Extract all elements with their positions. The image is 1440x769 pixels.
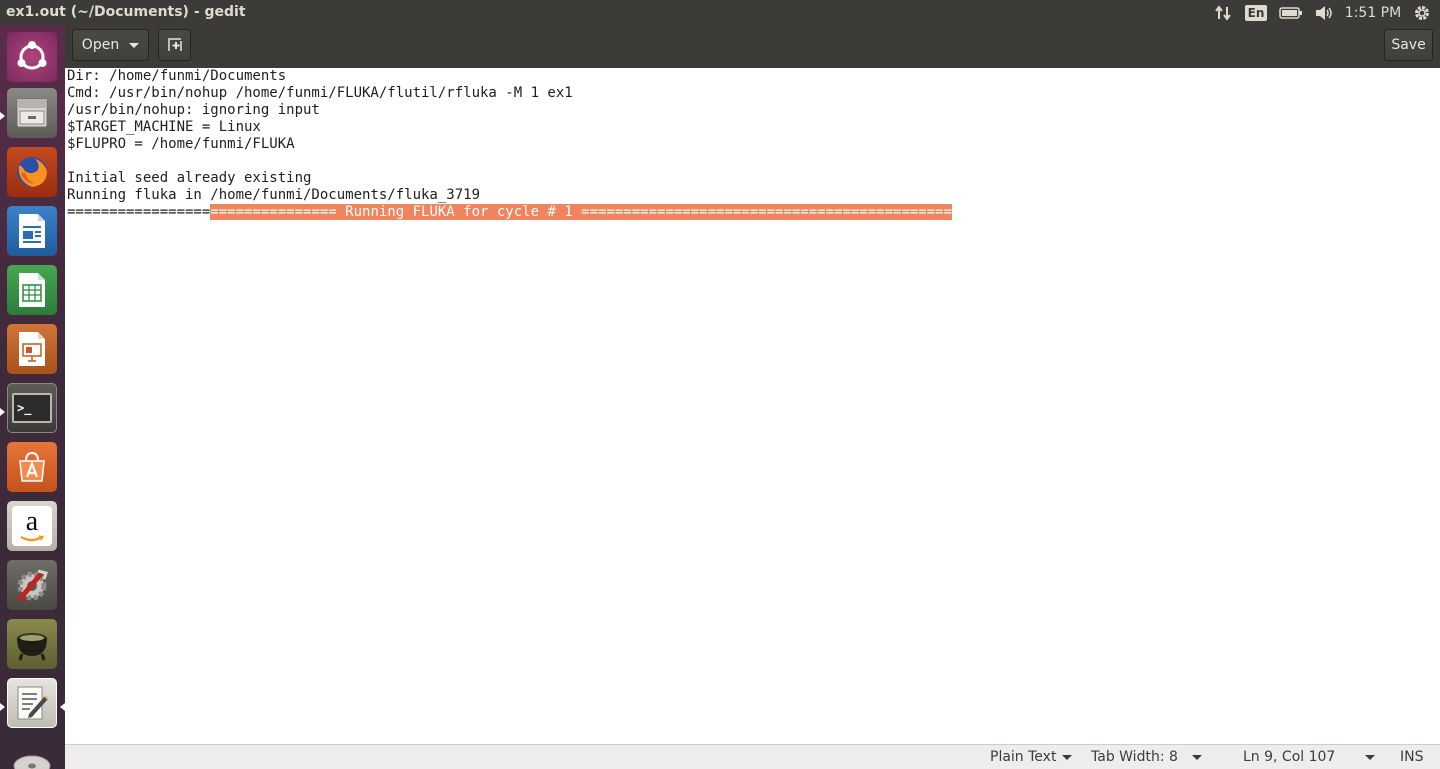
language-selector[interactable]: Plain Text <box>990 749 1073 765</box>
new-document-icon <box>167 38 182 51</box>
insert-mode-label: INS <box>1400 749 1424 765</box>
status-bar: Plain Text Tab Width: 8 Ln 9, Col 107 IN… <box>65 744 1440 769</box>
terminal-prompt: >_ <box>17 401 32 415</box>
keyboard-layout-label: En <box>1244 4 1268 21</box>
libreoffice-writer-icon[interactable] <box>7 206 57 256</box>
document-line: $FLUPRO = /home/funmi/FLUKA <box>67 136 295 152</box>
text-editor-icon[interactable] <box>7 678 57 728</box>
ubuntu-dash-icon[interactable] <box>7 32 57 82</box>
volume-icon[interactable] <box>1312 0 1336 25</box>
selected-text: =============== Running FLUKA for cycle … <box>210 204 953 220</box>
system-settings-icon[interactable] <box>7 560 57 610</box>
chevron-down-icon <box>1365 754 1376 760</box>
language-label: Plain Text <box>990 749 1057 765</box>
document-line: Initial seed already existing <box>67 170 312 186</box>
header-bar: Open Save <box>65 25 1440 69</box>
firefox-icon[interactable] <box>7 147 57 197</box>
settings-gear-icon[interactable] <box>1410 0 1434 25</box>
cursor-position-selector[interactable]: Ln 9, Col 107 <box>1243 749 1376 765</box>
document-line-last: ================================ Running… <box>67 204 953 221</box>
amazon-letter: a <box>25 506 39 537</box>
libreoffice-impress-icon[interactable] <box>7 324 57 374</box>
new-tab-button[interactable] <box>158 29 191 61</box>
tab-width-selector[interactable]: Tab Width: 8 <box>1091 749 1202 765</box>
insert-mode-indicator: INS <box>1400 749 1424 765</box>
chevron-down-icon <box>129 42 140 48</box>
open-button-label: Open <box>81 37 120 53</box>
document-line: $TARGET_MACHINE = Linux <box>67 119 261 135</box>
save-button[interactable]: Save <box>1384 29 1433 61</box>
text-editor-area[interactable]: Dir: /home/funmi/Documents Cmd: /usr/bin… <box>65 68 1440 744</box>
document-line: Running fluka in /home/funmi/Documents/f… <box>67 187 481 203</box>
launcher: >_ a <box>0 25 66 769</box>
network-arrows-icon[interactable] <box>1212 0 1234 25</box>
chevron-down-icon <box>1191 754 1202 760</box>
cauldron-app-icon[interactable] <box>7 619 57 669</box>
dvd-icon[interactable] <box>7 733 57 769</box>
battery-icon[interactable] <box>1277 0 1305 25</box>
tab-width-label: Tab Width: 8 <box>1091 749 1178 765</box>
document-line: Cmd: /usr/bin/nohup /home/funmi/FLUKA/fl… <box>67 85 573 101</box>
libreoffice-calc-icon[interactable] <box>7 265 57 315</box>
open-button[interactable]: Open <box>72 29 149 61</box>
document-line: Dir: /home/funmi/Documents <box>67 68 287 84</box>
chevron-down-icon <box>1062 754 1073 760</box>
clock[interactable]: 1:51 PM <box>1342 0 1404 25</box>
unselected-text: ================= <box>67 204 211 220</box>
top-panel: ex1.out (~/Documents) - gedit En 1:51 PM <box>0 0 1440 25</box>
document-text[interactable]: Dir: /home/funmi/Documents Cmd: /usr/bin… <box>67 68 953 221</box>
terminal-icon[interactable]: >_ <box>7 383 57 433</box>
cursor-position-label: Ln 9, Col 107 <box>1243 749 1336 765</box>
document-line: /usr/bin/nohup: ignoring input <box>67 102 320 118</box>
keyboard-layout-icon[interactable]: En <box>1244 0 1268 25</box>
files-icon[interactable] <box>7 88 57 138</box>
software-center-icon[interactable] <box>7 442 57 492</box>
amazon-icon[interactable]: a <box>7 501 57 551</box>
save-button-label: Save <box>1391 37 1426 53</box>
window-title: ex1.out (~/Documents) - gedit <box>6 4 246 20</box>
